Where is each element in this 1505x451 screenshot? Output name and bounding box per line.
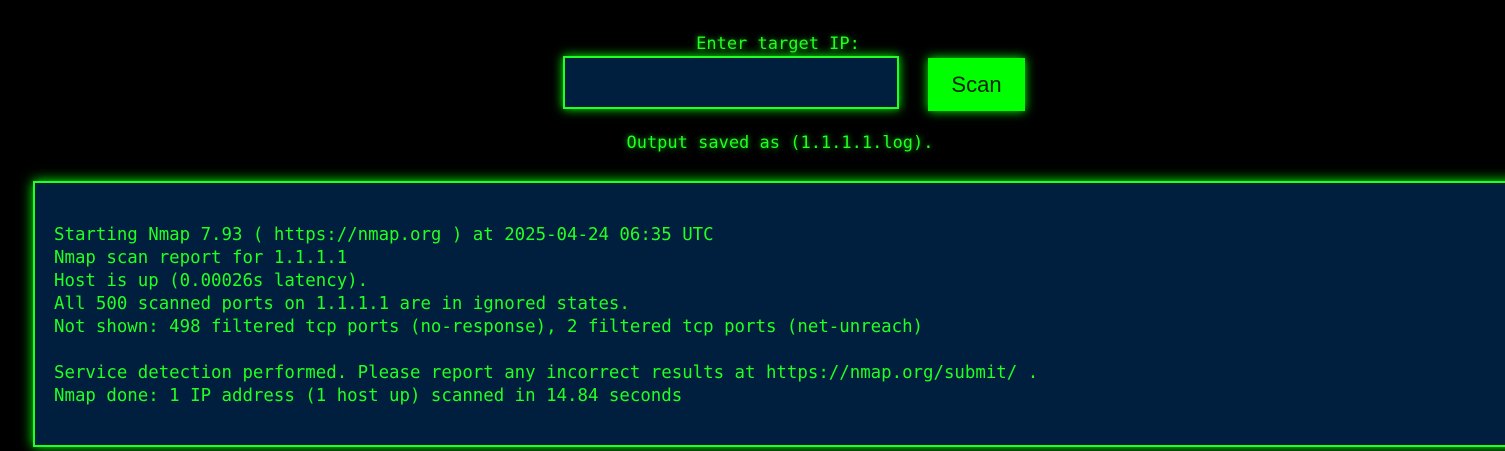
output-line: All 500 scanned ports on 1.1.1.1 are in … xyxy=(54,294,630,314)
target-ip-input[interactable] xyxy=(563,56,899,109)
scan-button[interactable]: Scan xyxy=(928,58,1025,111)
output-line: Starting Nmap 7.93 ( https://nmap.org ) … xyxy=(54,225,714,245)
output-line: Service detection performed. Please repo… xyxy=(54,363,1039,383)
output-saved-message: Output saved as (1.1.1.1.log). xyxy=(626,133,934,153)
scan-output-panel: Starting Nmap 7.93 ( https://nmap.org ) … xyxy=(33,181,1505,447)
output-line: Nmap scan report for 1.1.1.1 xyxy=(54,248,348,268)
output-line: Host is up (0.00026s latency). xyxy=(54,271,369,291)
page-title-cropped xyxy=(600,0,980,4)
output-line: Not shown: 498 filtered tcp ports (no-re… xyxy=(54,317,924,337)
output-line: Nmap done: 1 IP address (1 host up) scan… xyxy=(54,386,683,406)
target-ip-label: Enter target IP: xyxy=(696,34,860,54)
